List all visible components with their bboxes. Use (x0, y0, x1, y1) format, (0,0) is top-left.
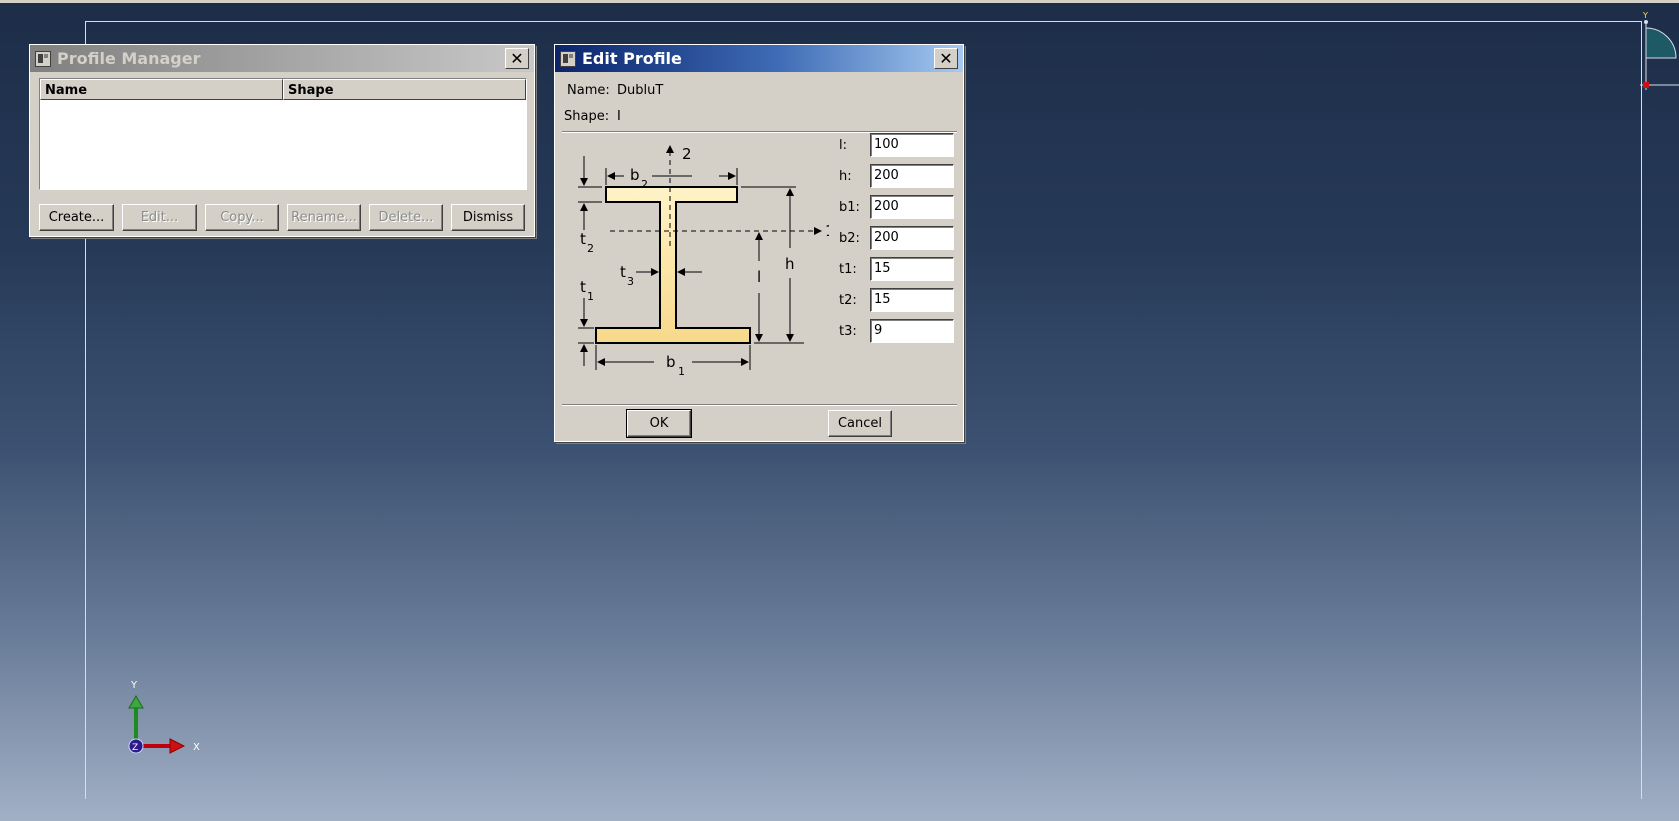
profile-manager-dialog: Profile Manager ✕ Name Shape Create... E… (29, 44, 535, 237)
dialog-title: Edit Profile (582, 49, 682, 68)
b1-label: b (666, 353, 676, 371)
param-label-h: h: (839, 169, 852, 184)
i-beam-diagram: 2 1 b 2 b 1 t 2 t 1 t 3 h l (578, 145, 829, 378)
param-field-h[interactable]: 200 (870, 164, 954, 188)
param-label-t3: t3: (839, 324, 857, 339)
h-label: h (785, 255, 795, 273)
close-icon: ✕ (939, 49, 953, 68)
delete-button[interactable]: Delete... (369, 204, 443, 231)
rename-button[interactable]: Rename... (287, 204, 361, 231)
t2-label: t (580, 230, 586, 248)
param-label-l: l: (839, 138, 847, 153)
t2-sub-label: 2 (587, 242, 594, 255)
b2-label: b (630, 166, 640, 184)
t1-sub-label: 1 (587, 290, 594, 303)
table-header: Name Shape (40, 79, 526, 100)
param-field-b1[interactable]: 200 (870, 195, 954, 219)
triad-x-label: X (193, 742, 200, 753)
l-label: l (757, 268, 761, 286)
triad-y-label: Y (130, 680, 138, 691)
axis-triad: Y X Z (128, 680, 200, 754)
b1-sub-label: 1 (678, 365, 685, 378)
name-label: Name: (567, 83, 610, 98)
window-icon (560, 50, 576, 67)
view-y-label: Y (1642, 12, 1648, 20)
name-value: DubluT (617, 83, 664, 98)
window-icon (35, 50, 51, 67)
axis-1-label: 1 (825, 222, 829, 240)
profile-manager-titlebar[interactable]: Profile Manager ✕ (30, 45, 534, 72)
param-field-t1[interactable]: 15 (870, 257, 954, 281)
triad-z-label: Z (132, 743, 138, 753)
param-field-b2[interactable]: 200 (870, 226, 954, 250)
b2-sub-label: 2 (641, 178, 648, 191)
param-field-l[interactable]: 100 (870, 133, 954, 157)
t3-sub-label: 3 (627, 275, 634, 288)
create-button[interactable]: Create... (39, 204, 114, 231)
column-header-shape[interactable]: Shape (283, 79, 526, 100)
param-field-t2[interactable]: 15 (870, 288, 954, 312)
close-button[interactable]: ✕ (934, 48, 958, 69)
edit-profile-dialog: Edit Profile ✕ Name: DubluT Shape: I 2 b… (554, 44, 964, 442)
t3-label: t (620, 263, 626, 281)
param-field-t3[interactable]: 9 (870, 319, 954, 343)
profile-table[interactable]: Name Shape (39, 78, 527, 190)
param-label-b2: b2: (839, 231, 860, 246)
top-border (0, 0, 1679, 3)
copy-button[interactable]: Copy... (205, 204, 279, 231)
close-icon: ✕ (510, 49, 524, 68)
param-label-b1: b1: (839, 200, 860, 215)
dialog-title: Profile Manager (57, 49, 201, 68)
separator (562, 404, 957, 406)
column-header-name[interactable]: Name (40, 79, 283, 100)
shape-label: Shape: (564, 109, 610, 124)
edit-button[interactable]: Edit... (122, 204, 197, 231)
t1-label: t (580, 278, 586, 296)
close-button[interactable]: ✕ (505, 48, 529, 69)
dismiss-button[interactable]: Dismiss (451, 204, 525, 231)
cancel-button[interactable]: Cancel (828, 410, 892, 437)
edit-profile-titlebar[interactable]: Edit Profile ✕ (555, 45, 963, 72)
param-label-t2: t2: (839, 293, 857, 308)
axis-2-label: 2 (682, 145, 692, 163)
param-label-t1: t1: (839, 262, 857, 277)
ok-button[interactable]: OK (626, 409, 692, 438)
shape-value: I (617, 109, 621, 124)
view-orientation-icon[interactable]: Y (1640, 12, 1679, 92)
